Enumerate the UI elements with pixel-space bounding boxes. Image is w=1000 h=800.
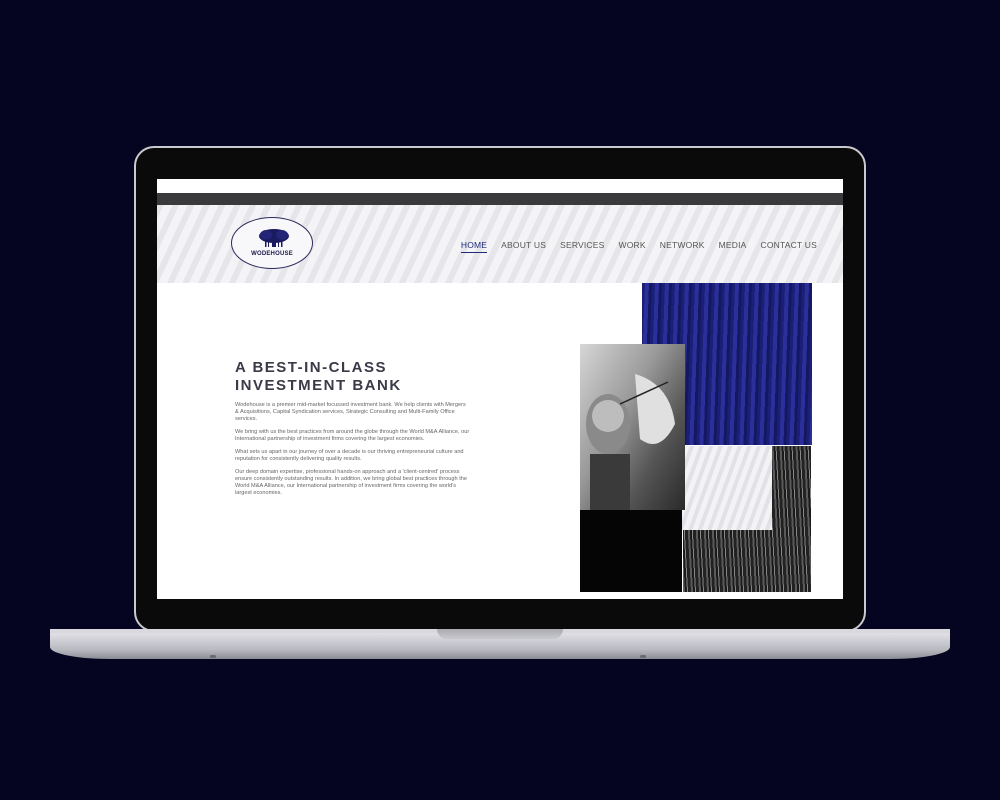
nav-services[interactable]: SERVICES [560,240,604,253]
intro-text: Wodehouse is a premier mid-market focuss… [235,402,470,503]
craftsman-image [580,344,685,510]
page-headline: A BEST-IN-CLASS INVESTMENT BANK [235,359,402,395]
nav-work[interactable]: WORK [619,240,646,253]
logo-text: WODEHOUSE [251,251,293,257]
nav-network[interactable]: NETWORK [660,240,705,253]
main-nav: HOME ABOUT US SERVICES WORK NETWORK MEDI… [460,240,817,253]
intro-paragraph: Our deep domain expertise, professional … [235,469,467,496]
laptop-foot [640,655,646,658]
laptop-screen: WODEHOUSE HOME ABOUT US SERVICES WORK NE… [157,179,843,599]
nav-media[interactable]: MEDIA [719,240,747,253]
laptop-notch [437,629,563,639]
nav-contact-us[interactable]: CONTACT US [761,240,817,253]
headline-line-2: INVESTMENT BANK [235,377,402,394]
dark-image [580,510,682,592]
craftsman-illustration [586,374,675,510]
nav-home[interactable]: HOME [460,240,488,253]
logo[interactable]: WODEHOUSE [231,217,313,269]
nav-about-us[interactable]: ABOUT US [501,240,546,253]
laptop-foot [210,655,216,658]
site-header: WODEHOUSE HOME ABOUT US SERVICES WORK NE… [157,205,843,283]
tree-icon [259,229,289,247]
browser-top-strip [157,179,843,193]
intro-paragraph: We bring with us the best practices from… [235,429,470,442]
intro-paragraph: What sets us apart in our journey of ove… [235,449,464,462]
headline-line-1: A BEST-IN-CLASS [235,359,387,376]
intro-paragraph: Wodehouse is a premier mid-market focuss… [235,402,466,422]
browser-toolbar [157,193,843,205]
